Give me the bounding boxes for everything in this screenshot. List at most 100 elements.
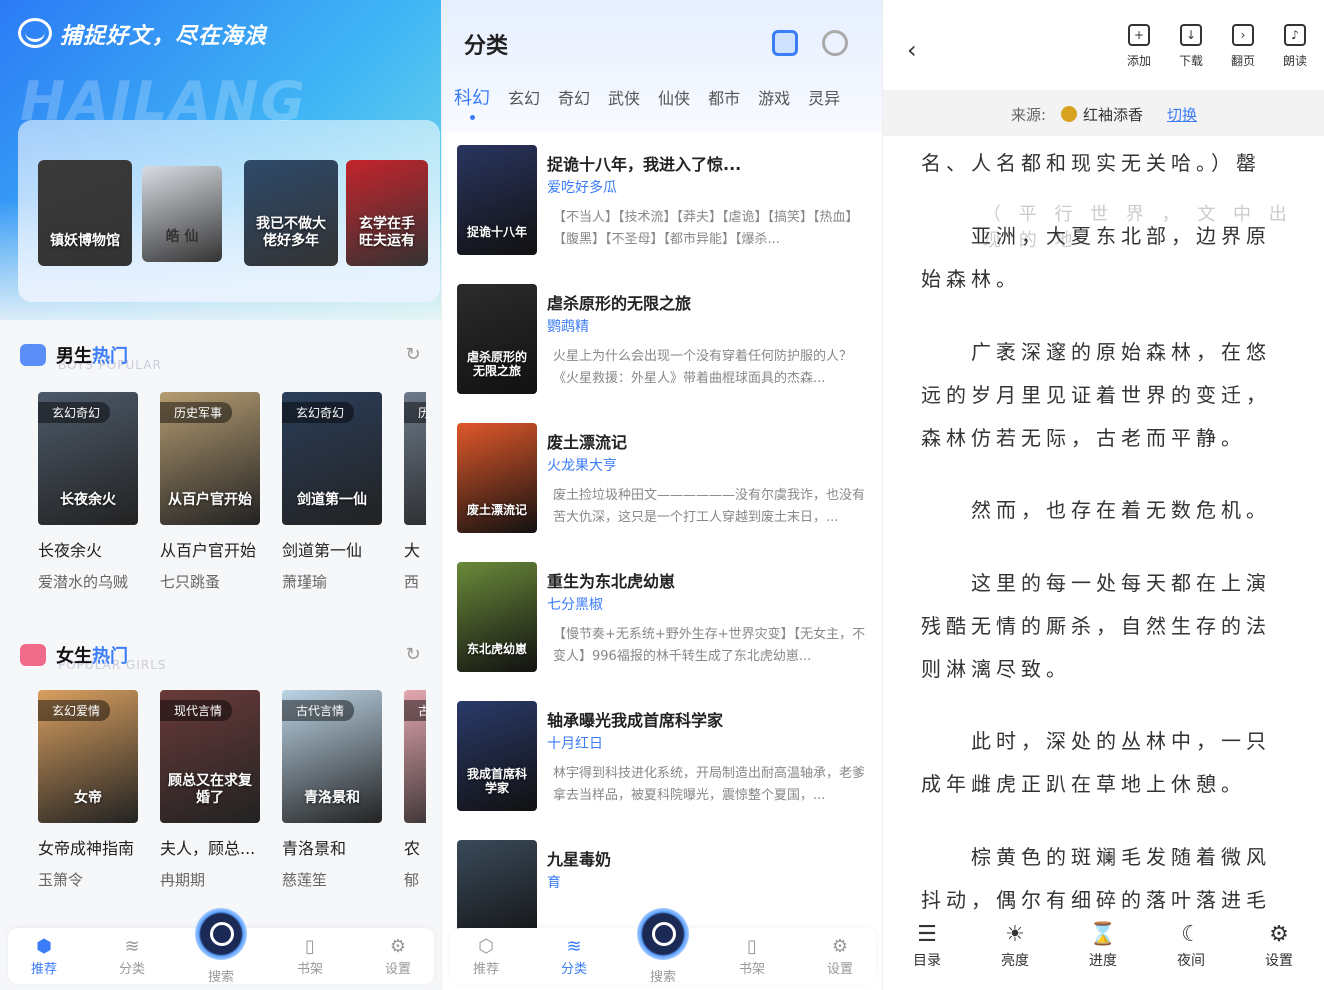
category-tab[interactable]: 玄幻 bbox=[508, 85, 540, 109]
book-cover[interactable]: 现代言情 顾总又在求复婚了 bbox=[160, 690, 260, 823]
genre-tag: 历 bbox=[404, 402, 426, 423]
tab-label: 书架 bbox=[738, 962, 765, 977]
featured-book-4[interactable]: 玄学在手 旺夫运有 bbox=[346, 160, 428, 266]
list-item[interactable]: 捉诡十八年 捉诡十八年，我进入了惊... 爱吃好多瓜 【不当人】【技术流】【莽夫】【虐… bbox=[457, 145, 877, 255]
girl-channel-icon[interactable] bbox=[822, 30, 848, 56]
tab-home[interactable]: ⬡ 推荐 bbox=[456, 936, 516, 977]
category-tab[interactable]: 奇幻 bbox=[558, 85, 590, 109]
catalog-icon: ☰ bbox=[917, 922, 937, 947]
paragraph: 此时，深处的丛林中，一只成年雌虎正趴在草地上休憩。 bbox=[921, 729, 1271, 796]
tab-layers[interactable]: ≋ 分类 bbox=[102, 936, 162, 977]
book-description: 废土捡垃圾种田文——————没有尔虞我诈，也没有苦大仇深，这只是一个打工人穿越到… bbox=[553, 488, 866, 525]
download-button[interactable]: ↓ 下载 bbox=[1171, 24, 1211, 69]
category-screen: 分类 科幻 玄幻 奇幻 武侠 仙侠 都市 游戏 灵异 捉诡十八年 捉诡十八年，我进入了惊... 爱… bbox=[441, 0, 882, 990]
tab-bookshelf[interactable]: ▯ 书架 bbox=[280, 936, 340, 977]
add-shelf-button[interactable]: + 添加 bbox=[1119, 24, 1159, 69]
featured-book-1[interactable]: 镇妖博物馆 bbox=[38, 160, 132, 266]
book-cover[interactable]: 东北虎幼崽 bbox=[457, 562, 537, 672]
book-cover[interactable]: 古 bbox=[404, 690, 426, 823]
girls-section-icon bbox=[20, 644, 46, 666]
tab-search[interactable]: 搜索 bbox=[633, 966, 693, 985]
book-card[interactable]: 古农郁 bbox=[404, 690, 426, 890]
read-aloud-button[interactable]: ♪ 朗读 bbox=[1275, 24, 1315, 69]
book-cover[interactable]: 历史军事 从百户官开始 bbox=[160, 392, 260, 525]
progress-button[interactable]: ⌛ 进度 bbox=[1073, 920, 1133, 970]
search-icon[interactable] bbox=[195, 908, 247, 960]
book-card[interactable]: 现代言情 顾总又在求复婚了 夫人，顾总... 冉期期 bbox=[160, 690, 260, 890]
reader-bottom-bar: ☰ 目录 ☀ 亮度 ⌛ 进度 ☾ 夜间 ⚙ 设置 bbox=[883, 910, 1324, 990]
paragraph: 广袤深邃的原始森林，在悠远的岁月里见证着世界的变迁，森林仿若无际，古老而平静。 bbox=[921, 340, 1271, 450]
book-card[interactable]: 历大西 bbox=[404, 392, 426, 592]
tab-settings[interactable]: ⚙ 设置 bbox=[368, 936, 428, 977]
featured-book-2[interactable]: 皓 仙 bbox=[142, 166, 222, 262]
boys-section-icon bbox=[20, 344, 46, 366]
home-icon: ⬡ bbox=[478, 936, 494, 957]
source-label: 来源: bbox=[1011, 106, 1047, 124]
refresh-icon[interactable]: ↻ bbox=[402, 644, 424, 666]
layers-icon: ≋ bbox=[566, 936, 582, 957]
night-mode-button[interactable]: ☾ 夜间 bbox=[1161, 920, 1221, 970]
tab-layers[interactable]: ≋ 分类 bbox=[544, 936, 604, 977]
tab-settings[interactable]: ⚙ 设置 bbox=[810, 936, 870, 977]
settings-button[interactable]: ⚙ 设置 bbox=[1249, 920, 1309, 970]
tab-label: 推荐 bbox=[472, 962, 499, 977]
tab-search[interactable]: 搜索 bbox=[191, 966, 251, 985]
category-tab[interactable]: 科幻 bbox=[454, 84, 490, 120]
book-card[interactable]: 历史军事 从百户官开始 从百户官开始 七只跳蚤 bbox=[160, 392, 260, 592]
paragraph: 名、人名都和现实无关哈。）罄 bbox=[921, 151, 1261, 175]
list-item[interactable]: 东北虎幼崽 重生为东北虎幼崽 七分黑椒 【慢节奏+无系统+野外生存+世界灾变】【无女主… bbox=[457, 562, 877, 672]
book-author[interactable]: 火龙果大亨 bbox=[547, 455, 617, 475]
category-tab[interactable]: 都市 bbox=[708, 85, 740, 109]
back-icon[interactable]: ‹ bbox=[907, 36, 917, 64]
book-cover[interactable]: 玄幻奇幻 长夜余火 bbox=[38, 392, 138, 525]
tab-label: 分类 bbox=[118, 962, 145, 977]
category-tab[interactable]: 灵异 bbox=[808, 85, 840, 109]
book-cover[interactable]: 玄幻奇幻 剑道第一仙 bbox=[282, 392, 382, 525]
featured-carousel[interactable]: 镇妖博物馆 皓 仙 我已不做大佬好多年 玄学在手 旺夫运有 bbox=[18, 120, 440, 302]
switch-source-link[interactable]: 切换 bbox=[1167, 104, 1197, 125]
refresh-icon[interactable]: ↻ bbox=[402, 344, 424, 366]
list-item[interactable]: 虐杀原形的无限之旅 虐杀原形的无限之旅 鹦鹉精 火星上为什么会出现一个没有穿着任何防护… bbox=[457, 284, 877, 394]
search-icon[interactable] bbox=[637, 908, 689, 960]
book-description: 【慢节奏+无系统+野外生存+世界灾变】【无女主，不变人】996福报的林千转生成了… bbox=[553, 627, 866, 664]
book-cover[interactable]: 古代言情 青洛景和 bbox=[282, 690, 382, 823]
book-cover[interactable]: 玄幻爱情 女帝 bbox=[38, 690, 138, 823]
page-title: 分类 bbox=[464, 34, 509, 59]
book-cover[interactable]: 历 bbox=[404, 392, 426, 525]
bookshelf-icon: ▯ bbox=[305, 936, 315, 957]
boy-channel-icon[interactable] bbox=[772, 30, 798, 56]
category-tab[interactable]: 武侠 bbox=[608, 85, 640, 109]
book-cover[interactable]: 废土漂流记 bbox=[457, 423, 537, 533]
book-author: 慈莲笙 bbox=[282, 871, 328, 889]
book-card[interactable]: 玄幻奇幻 长夜余火 长夜余火 爱潜水的乌贼 bbox=[38, 392, 138, 592]
book-cover[interactable]: 虐杀原形的无限之旅 bbox=[457, 284, 537, 394]
list-item[interactable]: 我成首席科学家 轴承曝光我成首席科学家 十月红日林宇得到科技进化系统，开局制造出耐高… bbox=[457, 701, 877, 811]
book-cover[interactable]: 我成首席科学家 bbox=[457, 701, 537, 811]
book-author[interactable]: 爱吃好多瓜 bbox=[547, 177, 617, 197]
book-title: 废土漂流记 bbox=[547, 433, 628, 452]
book-card[interactable]: 玄幻奇幻 剑道第一仙 剑道第一仙 萧瑾瑜 bbox=[282, 392, 382, 592]
book-author[interactable]: 七分黑椒 bbox=[547, 594, 603, 614]
tab-bookshelf[interactable]: ▯ 书架 bbox=[722, 936, 782, 977]
featured-book-3[interactable]: 我已不做大佬好多年 bbox=[244, 160, 338, 266]
bottom-tab-bar: ⬢ 推荐 ≋ 分类 搜索 ▯ 书架 ⚙ 设置 bbox=[8, 908, 434, 985]
book-author[interactable]: 鹦鹉精 bbox=[547, 316, 589, 336]
boys-popular-header: BOYS POPULAR 男生热门 ↻ bbox=[20, 340, 430, 372]
catalog-button[interactable]: ☰ 目录 bbox=[897, 920, 957, 970]
genre-tag: 现代言情 bbox=[160, 700, 233, 721]
read-aloud-icon: ♪ bbox=[1284, 24, 1306, 46]
category-tab[interactable]: 游戏 bbox=[758, 85, 790, 109]
brightness-button[interactable]: ☀ 亮度 bbox=[985, 920, 1045, 970]
book-description: 林宇得到科技进化系统，开局制造出耐高温轴承，老爹拿去当样品，被夏科院曝光，震惊整… bbox=[553, 766, 866, 803]
page-turn-button[interactable]: › 翻页 bbox=[1223, 24, 1263, 69]
book-author[interactable]: 十月红日 bbox=[547, 733, 603, 753]
book-card[interactable]: 古代言情 青洛景和 青洛景和 慈莲笙 bbox=[282, 690, 382, 890]
category-tab[interactable]: 仙侠 bbox=[658, 85, 690, 109]
tab-home[interactable]: ⬢ 推荐 bbox=[14, 936, 74, 977]
book-card[interactable]: 玄幻爱情 女帝 女帝成神指南 玉箫令 bbox=[38, 690, 138, 890]
list-item[interactable]: 废土漂流记 废土漂流记 火龙果大亨 废土捡垃圾种田文——————没有尔虞我诈，也没有苦… bbox=[457, 423, 877, 533]
book-author[interactable]: 育 bbox=[547, 872, 561, 892]
book-cover[interactable]: 捉诡十八年 bbox=[457, 145, 537, 255]
book-title: 轴承曝光我成首席科学家 bbox=[547, 711, 724, 730]
bottom-tab-bar: ⬡ 推荐 ≋ 分类 搜索 ▯ 书架 ⚙ 设置 bbox=[450, 908, 876, 985]
